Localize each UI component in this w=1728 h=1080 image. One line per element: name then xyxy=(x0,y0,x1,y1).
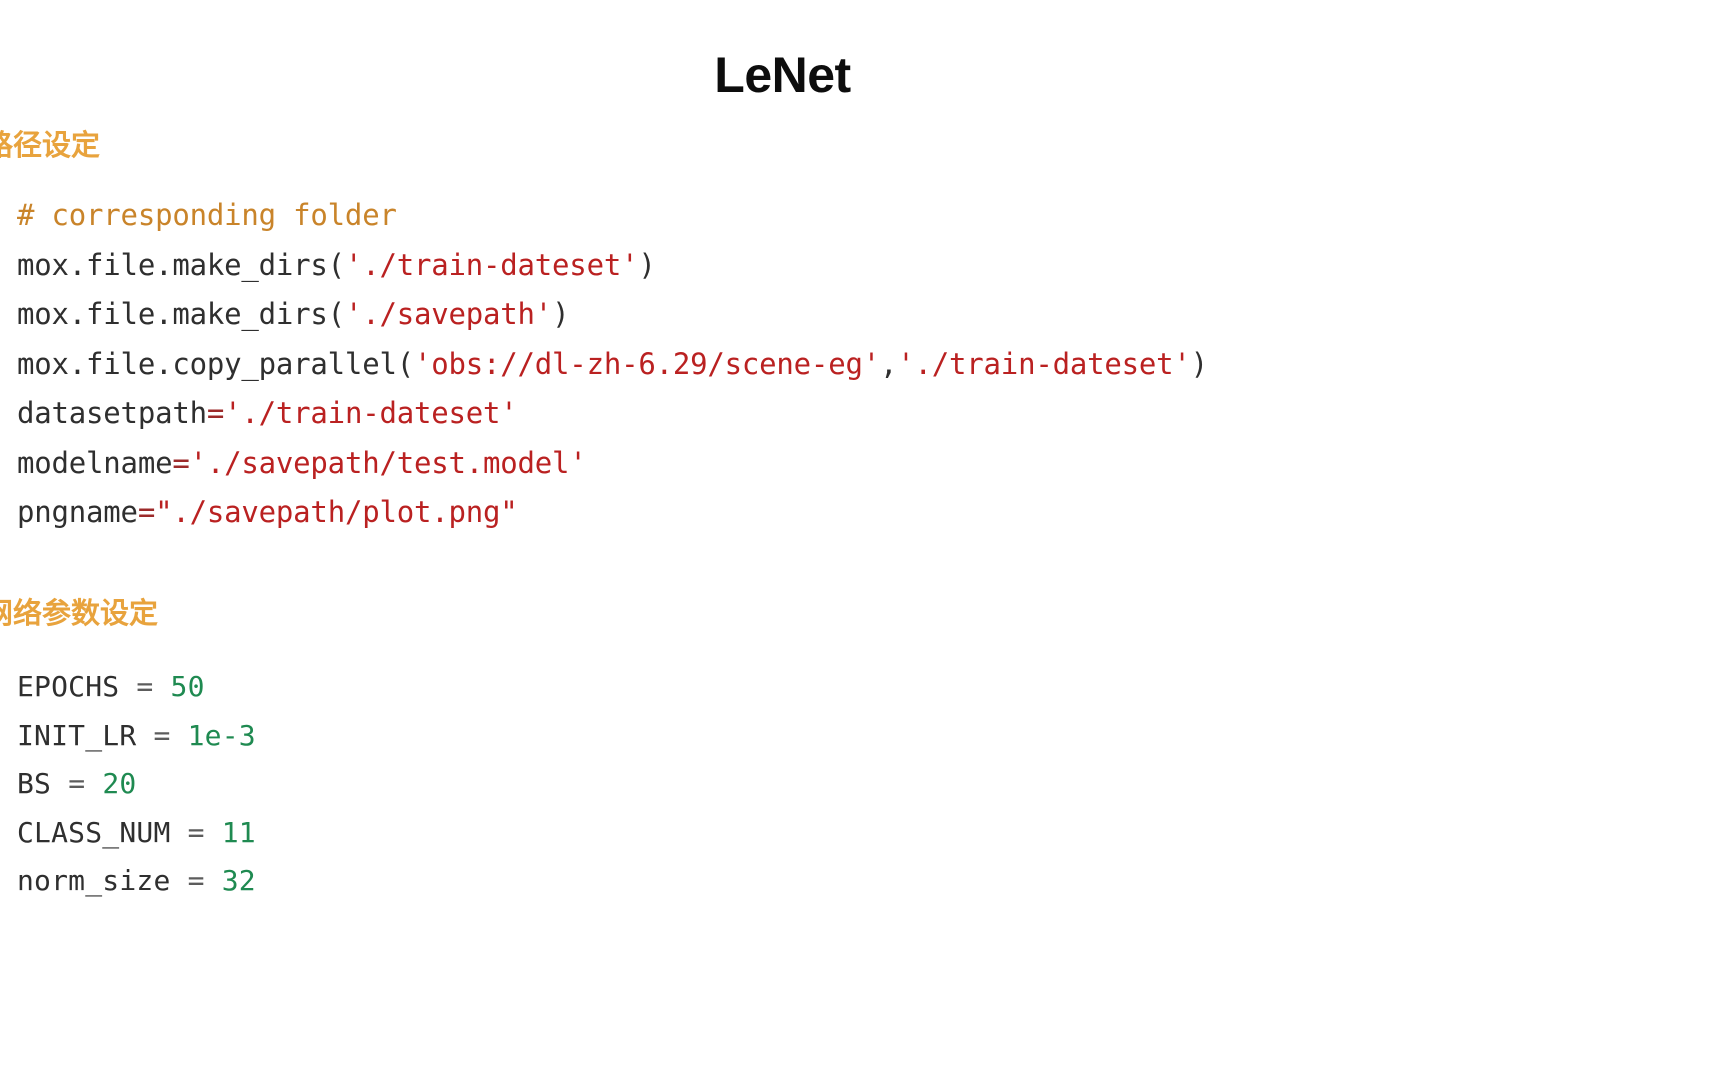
code-token-equals: = xyxy=(187,815,222,849)
code-line: pngname="./savepath/plot.png" xyxy=(17,488,1208,538)
code-token-number: 11 xyxy=(221,815,256,849)
code-token-operator: = xyxy=(206,396,225,430)
code-token-plain: mox.file.make_dirs( xyxy=(17,297,345,331)
code-token-plain: INIT_LR xyxy=(17,718,154,752)
code-token-plain: EPOCHS xyxy=(17,670,137,703)
code-token-plain: datasetpath xyxy=(17,396,207,430)
code-token-plain: ) xyxy=(1190,346,1208,381)
code-token-operator: = xyxy=(137,495,156,529)
code-token-plain: mox.file.make_dirs( xyxy=(17,247,345,282)
code-line: mox.file.make_dirs('./train-dateset') xyxy=(17,241,1208,291)
code-token-equals: = xyxy=(68,767,103,800)
code-token-operator: = xyxy=(172,445,190,480)
code-token-equals: = xyxy=(153,718,188,752)
code-line: INIT_LR = 1e-3 xyxy=(17,712,256,761)
code-token-plain: modelname xyxy=(17,445,173,480)
code-line: modelname='./savepath/test.model' xyxy=(17,439,1208,489)
code-line: mox.file.copy_parallel('obs://dl-zh-6.29… xyxy=(17,340,1208,390)
code-line: EPOCHS = 50 xyxy=(17,663,256,712)
code-token-plain: mox.file.copy_parallel( xyxy=(17,346,414,381)
code-token-string: "./savepath/plot.png" xyxy=(155,495,518,529)
code-token-equals: = xyxy=(136,670,171,703)
code-token-equals: = xyxy=(187,864,222,897)
code-token-string: './train-dateset' xyxy=(224,396,518,430)
code-line: # corresponding folder xyxy=(17,191,1208,241)
code-token-plain: BS xyxy=(17,767,69,800)
code-token-plain: norm_size xyxy=(17,864,188,897)
code-line: CLASS_NUM = 11 xyxy=(17,809,256,858)
section-heading-network-params: 网络参数设定 xyxy=(0,596,159,630)
code-token-plain: CLASS_NUM xyxy=(17,815,188,849)
code-token-number: 20 xyxy=(102,767,137,800)
code-line: mox.file.make_dirs('./savepath') xyxy=(17,290,1208,340)
code-line: datasetpath='./train-dateset' xyxy=(17,389,1208,439)
code-token-plain: ) xyxy=(552,297,570,331)
code-token-number: 50 xyxy=(170,670,205,703)
code-token-string: './train-dateset' xyxy=(897,346,1191,381)
code-token-string: './train-dateset' xyxy=(344,247,639,282)
code-token-string: 'obs://dl-zh-6.29/scene-eg' xyxy=(413,346,880,381)
section-heading-paths: 路径设定 xyxy=(0,128,101,162)
code-token-plain: , xyxy=(879,346,898,381)
code-token-string: './savepath' xyxy=(344,297,553,331)
code-block-paths: # corresponding folder mox.file.make_dirs… xyxy=(17,191,1208,538)
code-token-plain: ) xyxy=(638,247,656,282)
code-block-network-params: EPOCHS = 50 INIT_LR = 1e-3 BS = 20 CLASS_NU… xyxy=(17,663,256,906)
code-token-string: './savepath/test.model' xyxy=(189,445,587,480)
code-token-number: 1e-3 xyxy=(187,718,256,752)
code-line: norm_size = 32 xyxy=(17,857,256,906)
code-line: BS = 20 xyxy=(17,760,256,809)
code-token-plain: pngname xyxy=(17,495,138,529)
code-token-number: 32 xyxy=(221,864,256,897)
code-token-comment: # corresponding folder xyxy=(17,198,397,232)
page-title: LeNet xyxy=(714,47,851,103)
